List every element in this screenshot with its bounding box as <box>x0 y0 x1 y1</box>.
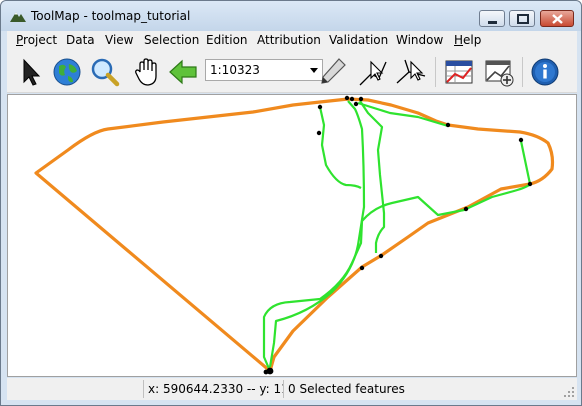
minimize-button[interactable] <box>479 10 505 27</box>
vertex-point[interactable] <box>445 122 451 128</box>
menu-data[interactable]: Data <box>66 33 95 47</box>
previous-extent-button[interactable] <box>167 56 199 88</box>
select-arrow-icon <box>23 58 41 86</box>
globe-icon <box>53 58 81 86</box>
scale-select[interactable]: 1:10323 <box>205 59 323 81</box>
vertex-point[interactable] <box>349 96 355 102</box>
green-line[interactable] <box>262 140 532 372</box>
back-arrow-icon <box>169 59 197 85</box>
selection-count: 0 Selected features <box>283 380 573 398</box>
green-line[interactable] <box>318 106 362 189</box>
status-bar: x: 590644.2330 -- y: 11... 0 Selected fe… <box>7 378 577 400</box>
vertex-point[interactable] <box>359 265 365 271</box>
menu-validation[interactable]: Validation <box>329 33 388 47</box>
menu-bar: Project Data View Selection Edition Attr… <box>7 31 577 51</box>
toolbar: 1:10323 <box>7 51 577 93</box>
maximize-icon <box>517 14 529 24</box>
map-drawing <box>34 95 555 375</box>
menu-project-label: Project <box>16 33 58 47</box>
vertex-point[interactable] <box>353 101 359 107</box>
draw-tool-button[interactable] <box>317 56 349 88</box>
menu-window-label: Window <box>396 33 444 47</box>
map-canvas[interactable] <box>7 94 577 377</box>
zoom-tool-button[interactable] <box>89 56 121 88</box>
minimize-icon <box>488 21 497 24</box>
modify-line-button[interactable] <box>395 56 427 88</box>
menu-window[interactable]: Window <box>396 33 443 47</box>
menu-validation-label: Validation <box>329 33 389 47</box>
maximize-button[interactable] <box>509 10 535 27</box>
scale-value: 1:10323 <box>210 63 260 77</box>
app-mountain-icon <box>10 12 26 22</box>
pan-hand-icon <box>135 58 157 86</box>
vertex-point[interactable] <box>518 137 524 143</box>
toolbar-separator <box>522 57 523 87</box>
menu-project[interactable]: Project <box>16 33 57 47</box>
edit-vertex-button[interactable] <box>357 56 389 88</box>
select-tool-button[interactable] <box>13 56 45 88</box>
vertex-point[interactable] <box>263 369 269 375</box>
zoom-magnifier-icon <box>91 58 120 87</box>
layer-table-icon <box>445 60 473 84</box>
add-layer-icon <box>485 60 514 87</box>
pencil-icon <box>321 58 346 84</box>
info-icon <box>531 58 559 86</box>
toolbar-separator <box>435 57 436 87</box>
vertex-point[interactable] <box>317 104 323 110</box>
pan-tool-button[interactable] <box>131 56 163 88</box>
app-window: ToolMap - toolmap_tutorial Project Data … <box>0 0 582 406</box>
title-bar: ToolMap - toolmap_tutorial <box>1 1 581 31</box>
menu-selection[interactable]: Selection <box>144 33 199 47</box>
close-icon <box>552 14 563 24</box>
menu-help[interactable]: Help <box>454 33 481 47</box>
menu-data-label: Data <box>66 33 95 47</box>
vertex-point[interactable] <box>358 96 364 102</box>
menu-edition[interactable]: Edition <box>206 33 248 47</box>
green-line[interactable] <box>357 101 449 128</box>
vertex-point[interactable] <box>316 130 322 136</box>
vertex-point[interactable] <box>463 206 469 212</box>
menu-view-label: View <box>105 33 134 47</box>
resize-grip-icon[interactable] <box>563 386 575 398</box>
vertex-point[interactable] <box>527 181 533 187</box>
vertex-point[interactable] <box>344 95 350 101</box>
layer-table-button[interactable] <box>443 56 475 88</box>
menu-help-label: Help <box>454 33 482 47</box>
green-line[interactable] <box>268 100 366 368</box>
info-button[interactable] <box>529 56 561 88</box>
window-title: ToolMap - toolmap_tutorial <box>31 9 191 23</box>
modify-line-icon <box>396 59 426 84</box>
close-button[interactable] <box>540 10 574 27</box>
edit-vertex-icon <box>359 60 387 86</box>
menu-edition-label: Edition <box>206 33 248 47</box>
add-layer-button[interactable] <box>483 56 515 88</box>
full-extent-button[interactable] <box>51 56 83 88</box>
menu-selection-label: Selection <box>144 33 200 47</box>
menu-view[interactable]: View <box>105 33 133 47</box>
coordinate-readout: x: 590644.2330 -- y: 11... <box>143 380 283 398</box>
menu-attribution-label: Attribution <box>257 33 321 47</box>
vertex-point[interactable] <box>378 253 384 259</box>
menu-attribution[interactable]: Attribution <box>257 33 321 47</box>
orange-boundary-line[interactable] <box>34 97 555 373</box>
